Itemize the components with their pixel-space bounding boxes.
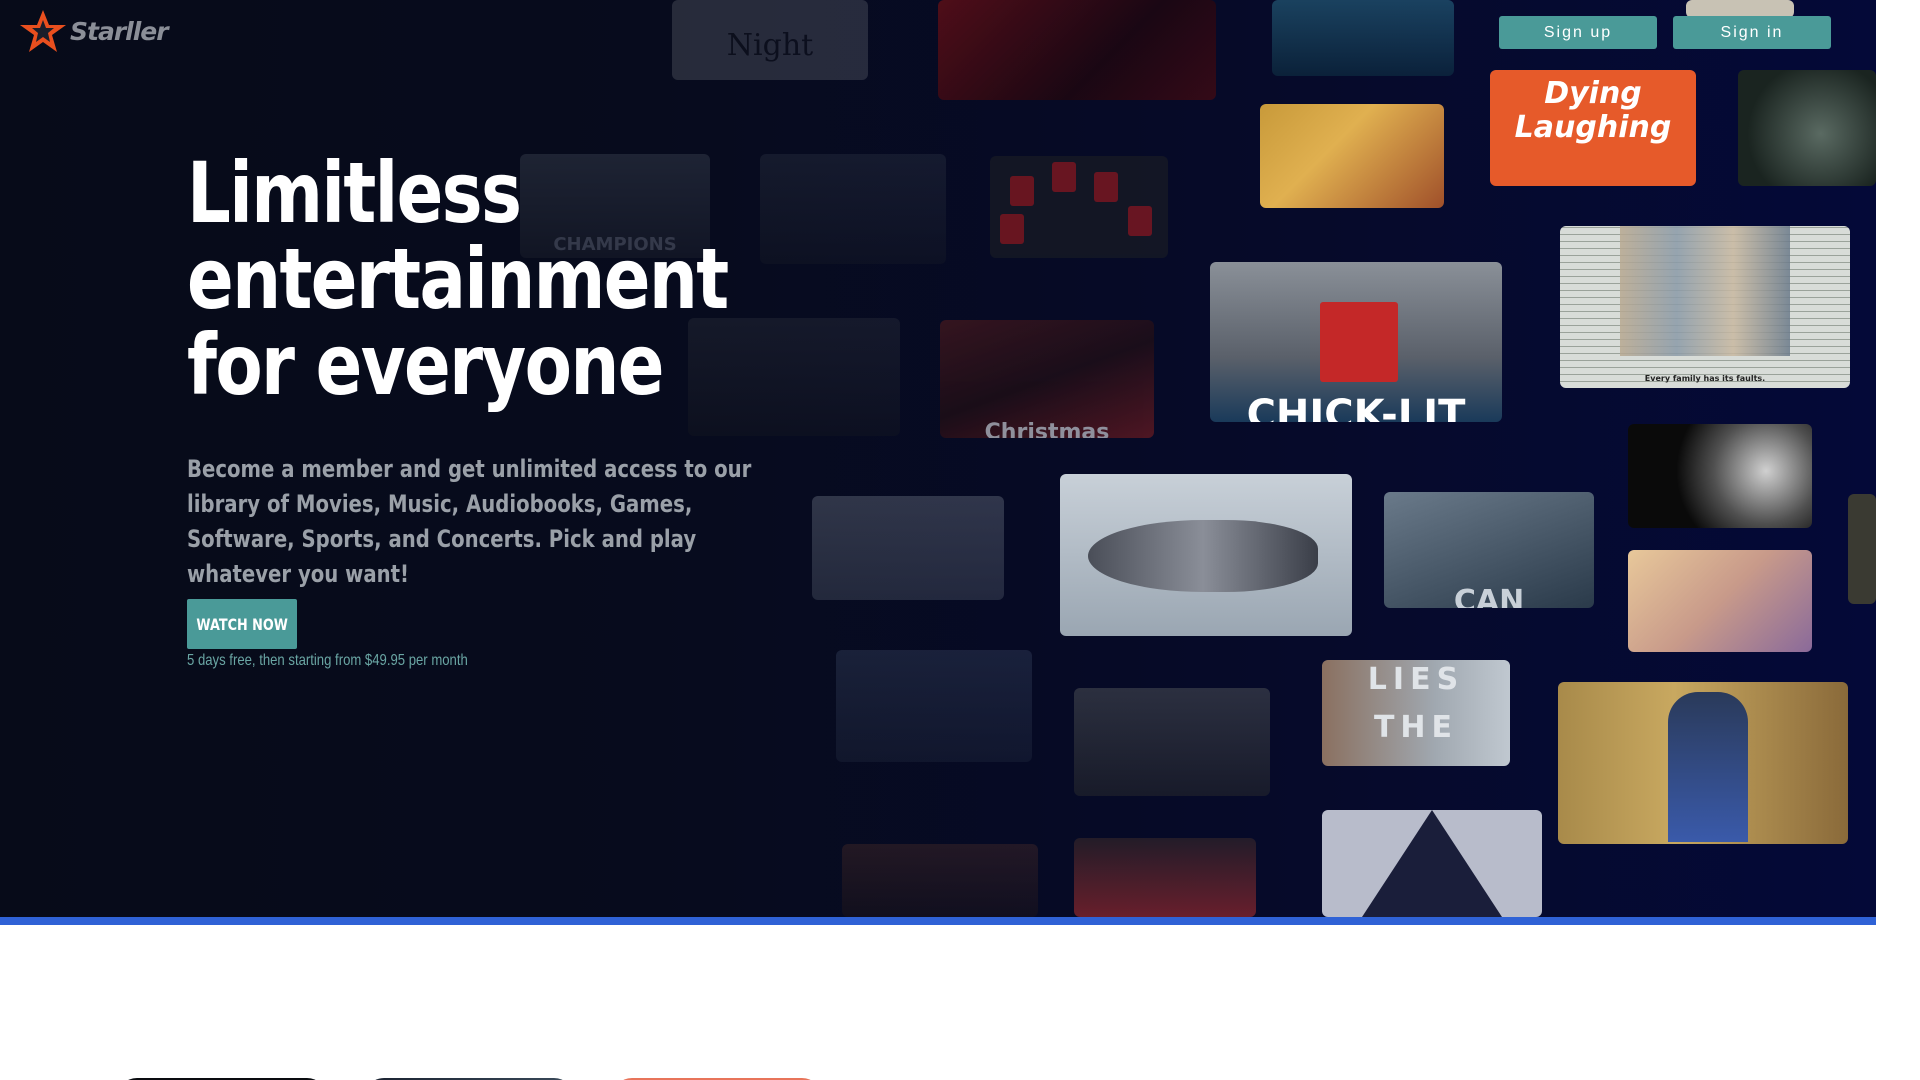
poster-edge-right[interactable] — [1848, 494, 1876, 604]
cup-shape — [1128, 206, 1152, 236]
poster-lies-the[interactable]: LIES THE — [1322, 660, 1510, 766]
poster-dark-scene[interactable] — [1074, 688, 1270, 796]
poster-triangle[interactable] — [1322, 810, 1542, 917]
hero-accent-bar — [0, 917, 1876, 925]
poster-dying-laughing[interactable]: Dying Laughing — [1490, 70, 1696, 186]
hero-description: Become a member and get unlimited access… — [187, 455, 752, 588]
poster-anubis[interactable] — [1558, 682, 1848, 844]
watch-now-label: WATCH NOW — [196, 614, 288, 634]
poster-red-dark[interactable] — [938, 0, 1216, 100]
cup-shape — [1010, 176, 1034, 206]
poster-dark-city[interactable] — [760, 154, 946, 264]
poster-window-night[interactable] — [1272, 0, 1454, 76]
poster-red-dress[interactable] — [1074, 838, 1256, 917]
headline-line: Limitless — [187, 144, 522, 242]
poster-red-cups[interactable] — [990, 156, 1168, 258]
cup-shape — [1094, 172, 1118, 202]
poster-werewolf[interactable] — [1738, 70, 1876, 186]
signup-button[interactable]: Sign up — [1499, 16, 1657, 49]
poster-christmas[interactable]: Christmas — [940, 320, 1154, 438]
poster-chick-lit[interactable]: CHICK-LIT — [1210, 262, 1502, 422]
cup-shape — [1052, 162, 1076, 192]
poster-night[interactable]: Night — [672, 0, 868, 80]
figure-shape — [1668, 692, 1748, 842]
poster-woman-profile[interactable] — [1628, 424, 1812, 528]
cup-shape — [1000, 214, 1024, 244]
red-book-shape — [1320, 302, 1398, 382]
hero-headline: Limitless entertainment for everyone — [187, 150, 761, 408]
poster-blonde[interactable] — [1628, 550, 1812, 652]
poster-bottom-left[interactable] — [842, 844, 1038, 917]
poster-faded-woman[interactable] — [812, 496, 1004, 600]
legs-shape — [1620, 226, 1790, 356]
triangle-shape — [1362, 810, 1502, 917]
headline-line: entertainment — [187, 230, 729, 328]
poster-tennis-net[interactable]: Every family has its faults. — [1560, 226, 1850, 388]
trial-offer-text: 5 days free, then starting from $49.95 p… — [187, 652, 468, 669]
star-logo-icon — [20, 10, 66, 52]
headline-line: for everyone — [187, 316, 664, 414]
signin-button[interactable]: Sign in — [1673, 16, 1831, 49]
watch-now-button[interactable]: WATCH NOW — [187, 599, 297, 649]
poster-gunslinger[interactable] — [1260, 104, 1444, 208]
hero-section: Night CHAMPIONS LEAGUE Christmas Dying L… — [0, 0, 1876, 917]
fish-shape — [1088, 520, 1318, 592]
poster-building[interactable] — [836, 650, 1032, 762]
brand-name: Starller — [70, 16, 169, 46]
brand-logo[interactable]: Starller — [18, 8, 169, 54]
poster-fish[interactable] — [1060, 474, 1352, 636]
poster-sniper[interactable]: CAN — [1384, 492, 1594, 608]
